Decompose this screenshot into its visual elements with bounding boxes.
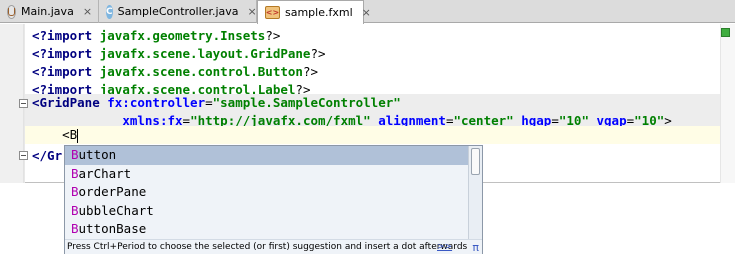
completion-item[interactable]: BorderPane — [65, 183, 469, 202]
completion-item[interactable]: Button — [65, 146, 469, 165]
more-link[interactable]: >> — [437, 240, 452, 254]
import-value: javafx.scene.control.Button — [92, 64, 303, 79]
code-completion-popup[interactable]: Button BarChart BorderPane BubbleChart B… — [64, 145, 483, 254]
match-prefix: B — [71, 165, 79, 181]
xml-attribute: fx:controller — [99, 95, 206, 110]
inspection-ok-icon[interactable] — [721, 28, 730, 37]
pi-keyword: <?import — [32, 28, 93, 43]
equals: = — [205, 95, 213, 110]
tab-main-java[interactable]: Main.java × — [0, 0, 99, 23]
completion-item-rest: orderPane — [78, 184, 147, 200]
import-value: javafx.scene.layout.GridPane — [92, 46, 311, 61]
close-icon[interactable]: × — [83, 5, 92, 18]
match-prefix: B — [71, 221, 79, 237]
scrollbar-thumb[interactable] — [471, 148, 480, 175]
code-line-gridpane-open: <GridPane fx:controller="sample.SampleCo… — [25, 94, 720, 112]
match-prefix: B — [71, 147, 79, 162]
code-line-current[interactable]: <B — [25, 126, 720, 144]
error-stripe[interactable] — [720, 24, 735, 183]
pi-keyword: <?import — [32, 46, 93, 61]
match-prefix: B — [71, 184, 79, 200]
pi-end: ?> — [310, 46, 326, 61]
code-line: <?import javafx.geometry.Insets?> — [32, 27, 280, 45]
completion-item[interactable]: ButtonBase — [65, 220, 469, 239]
close-icon[interactable]: × — [248, 5, 257, 18]
tab-label: sample.fxml — [285, 6, 353, 19]
completion-list[interactable]: Button BarChart BorderPane BubbleChart B… — [65, 146, 469, 239]
completion-item-rest: uttonBase — [78, 221, 147, 237]
class-icon: C — [106, 4, 113, 19]
pi-icon[interactable]: π — [472, 240, 479, 254]
pi-end: ?> — [265, 28, 281, 43]
tab-label: SampleController.java — [117, 5, 239, 18]
completion-item-rest: ubbleChart — [78, 202, 154, 218]
fold-toggle-icon[interactable] — [19, 151, 28, 160]
close-icon[interactable]: × — [362, 6, 371, 19]
editor-tab-bar: Main.java × C SampleController.java × <>… — [0, 0, 735, 24]
completion-item[interactable]: BarChart — [65, 165, 469, 184]
pi-keyword: <?import — [32, 64, 93, 79]
completion-hint: Press Ctrl+Period to choose the selected… — [67, 242, 468, 252]
text-caret — [77, 128, 79, 143]
completion-footer: Press Ctrl+Period to choose the selected… — [65, 239, 482, 254]
code-line: <?import javafx.scene.control.Button?> — [32, 63, 318, 81]
import-value: javafx.geometry.Insets — [92, 28, 266, 43]
xml-tag: <GridPane — [32, 95, 100, 110]
completion-scrollbar[interactable] — [468, 146, 482, 239]
pi-end: ?> — [302, 64, 318, 79]
match-prefix: B — [71, 202, 79, 218]
tab-label: Main.java — [21, 5, 74, 18]
xml-tag: </Gr — [32, 148, 63, 163]
completion-item-rest: arChart — [78, 165, 132, 181]
tab-samplecontroller-java[interactable]: C SampleController.java × — [99, 0, 257, 23]
completion-item-rest: utton — [78, 147, 117, 162]
completion-item[interactable]: BubbleChart — [65, 202, 469, 221]
tab-sample-fxml[interactable]: <> sample.fxml × — [257, 0, 371, 24]
code-line-gridpane-close: </Gr — [32, 147, 62, 165]
fxml-file-icon: <> — [265, 6, 280, 19]
xml-value: "sample.SampleController" — [212, 95, 401, 110]
fold-toggle-icon[interactable] — [19, 99, 28, 108]
typed-text: <B — [62, 127, 78, 142]
code-line: <?import javafx.scene.layout.GridPane?> — [32, 45, 326, 63]
java-file-icon — [7, 4, 16, 19]
